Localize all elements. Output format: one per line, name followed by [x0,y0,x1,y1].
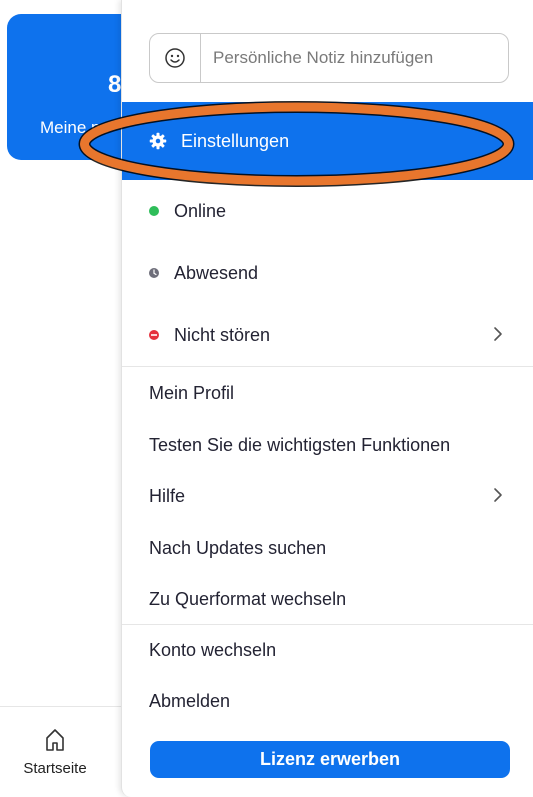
card-label: Meine pe [40,118,110,137]
menu-item-check-updates-label: Nach Updates suchen [149,537,327,558]
home-icon [0,728,110,752]
menu-item-check-updates[interactable]: Nach Updates suchen [122,526,533,570]
buy-license-button[interactable]: Lizenz erwerben [150,741,510,778]
menu-item-sign-out[interactable]: Abmelden [122,679,533,723]
menu-item-help[interactable]: Hilfe [122,474,533,518]
menu-item-try-features-label: Testen Sie die wichtigsten Funktionen [149,434,451,455]
menu-item-help-label: Hilfe [149,485,186,506]
profile-menu: Einstellungen Online Abwesend Nich [121,0,533,797]
status-do-not-disturb[interactable]: Nicht stören [122,313,533,357]
do-not-disturb-icon [149,330,159,340]
menu-item-settings[interactable]: Einstellungen [122,102,533,180]
menu-divider [122,624,533,625]
card-number: 8 [108,71,122,98]
menu-item-landscape-label: Zu Querformat wechseln [149,588,347,609]
nav-home-label: Startseite [23,760,87,777]
menu-item-switch-account[interactable]: Konto wechseln [122,628,533,672]
clock-icon [149,268,159,278]
smiley-icon [165,48,185,68]
nav-home[interactable]: Startseite [0,728,110,777]
status-online[interactable]: Online [122,189,533,233]
menu-item-sign-out-label: Abmelden [149,690,231,711]
online-status-dot [149,206,159,216]
status-dnd-label: Nicht stören [174,324,271,345]
menu-item-switch-account-label: Konto wechseln [149,639,277,660]
gear-icon [149,132,167,150]
bottom-nav-divider [0,706,125,707]
menu-divider [122,366,533,367]
emoji-button[interactable] [150,34,201,82]
chevron-right-icon [492,485,504,510]
personal-note-input[interactable] [201,47,505,69]
screen: 8 Meine pe Startseite Persönliche Notiz … [0,0,533,797]
menu-item-my-profile[interactable]: Mein Profil [122,371,533,415]
personal-note-field[interactable] [149,33,509,83]
status-online-label: Online [174,200,227,221]
menu-item-my-profile-label: Mein Profil [149,382,235,403]
menu-item-landscape[interactable]: Zu Querformat wechseln [122,577,533,621]
menu-item-try-features[interactable]: Testen Sie die wichtigsten Funktionen [122,423,533,467]
chevron-right-icon [492,324,504,349]
status-away[interactable]: Abwesend [122,251,533,295]
menu-item-settings-label: Einstellungen [181,130,290,151]
status-away-label: Abwesend [174,262,259,283]
